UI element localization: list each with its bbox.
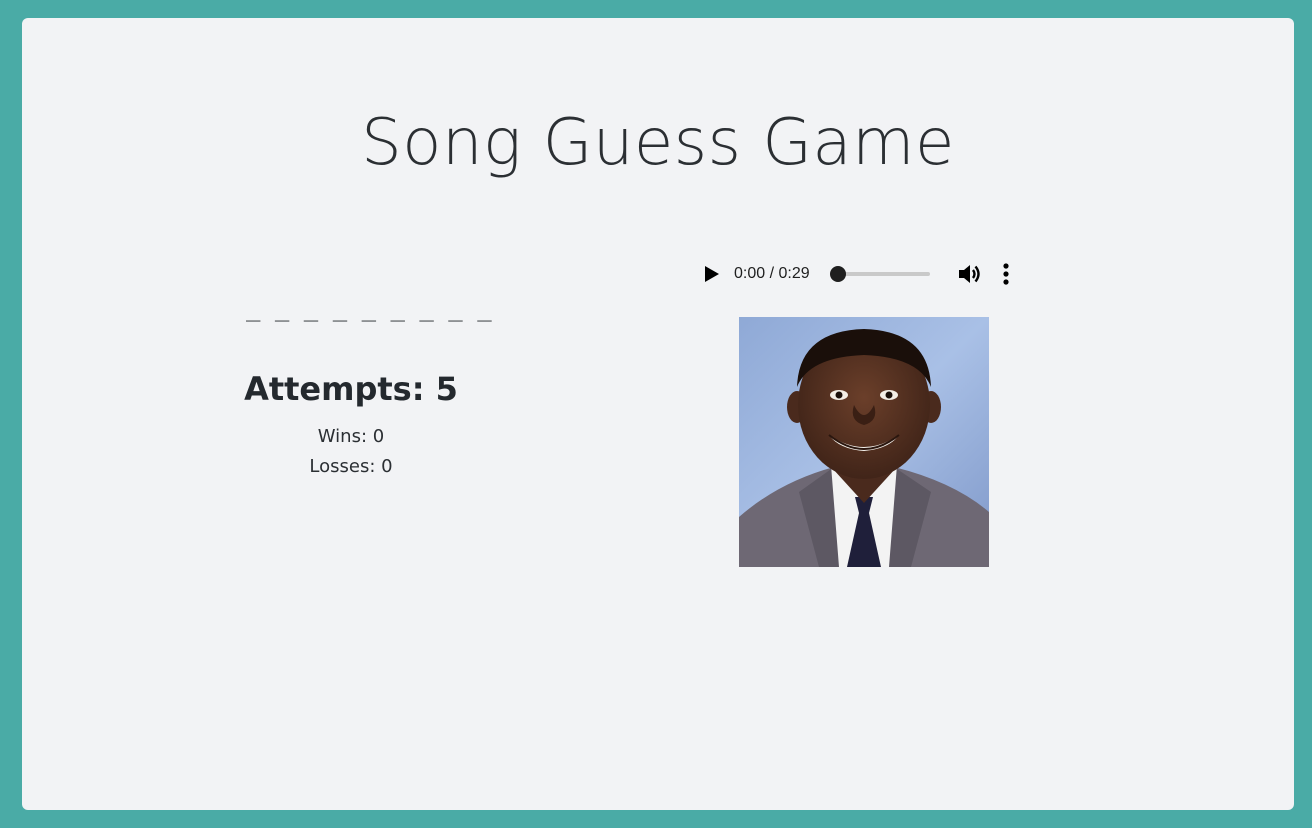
wins-counter: Wins: 0 xyxy=(317,426,385,447)
play-button[interactable] xyxy=(700,262,724,286)
artist-photo xyxy=(739,317,989,567)
portrait-photo xyxy=(739,317,989,567)
progress-slider[interactable] xyxy=(829,266,930,282)
losses-counter: Losses: 0 xyxy=(309,456,393,477)
word-blanks: _ _ _ _ _ _ _ _ _ xyxy=(246,294,492,322)
page-title: Song Guess Game xyxy=(361,106,955,180)
more-options-icon xyxy=(1003,263,1009,285)
attempts-counter: Attempts: 5 xyxy=(244,370,458,408)
game-card: Song Guess Game _ _ _ _ _ _ _ _ _ Attemp… xyxy=(22,18,1294,810)
volume-button[interactable] xyxy=(956,260,984,288)
volume-icon xyxy=(958,265,980,283)
play-icon xyxy=(705,266,719,282)
time-display: 0:00 / 0:29 xyxy=(734,265,810,282)
progress-handle[interactable] xyxy=(829,266,846,282)
more-options-button[interactable] xyxy=(994,260,1018,288)
audio-player[interactable]: 0:00 / 0:29 xyxy=(692,254,1032,294)
